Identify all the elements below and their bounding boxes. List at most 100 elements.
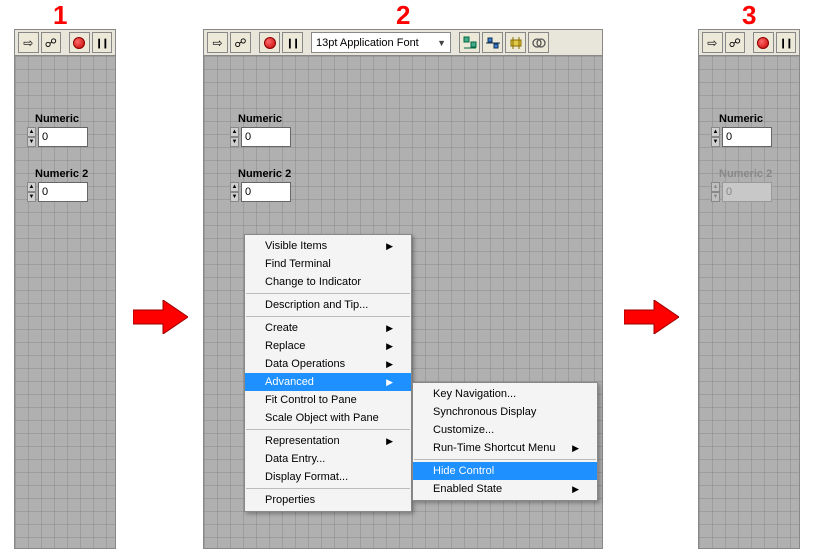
menu-separator (246, 488, 410, 489)
abort-button[interactable] (69, 32, 90, 53)
menu-item-replace[interactable]: Replace▶ (245, 337, 411, 355)
spinner-up-icon[interactable]: ▲ (27, 127, 36, 137)
menu-item-properties[interactable]: Properties (245, 491, 411, 509)
numeric2-input[interactable]: 0 (241, 182, 291, 202)
spinner-down-icon[interactable]: ▼ (27, 137, 36, 147)
step-label-2: 2 (396, 0, 410, 31)
menu-item-data-operations[interactable]: Data Operations ▶ (245, 355, 411, 373)
menu-separator (246, 316, 410, 317)
arrow-icon (624, 300, 679, 334)
menu-item-data-entry[interactable]: Data Entry... (245, 450, 411, 468)
run-continuous-button[interactable]: ☍ (725, 32, 746, 53)
submenu-arrow-icon: ▶ (386, 341, 393, 352)
numeric-input[interactable]: 0 (241, 127, 291, 147)
menu-item-enabled-state[interactable]: Enabled State▶ (413, 480, 597, 498)
run-continuous-button[interactable]: ☍ (41, 32, 62, 53)
spinner-up-icon[interactable]: ▲ (230, 127, 239, 137)
pause-button[interactable]: ❙❙ (776, 32, 797, 53)
pause-button[interactable]: ❙❙ (282, 32, 303, 53)
numeric2-spinner[interactable]: ▲ ▼ (27, 182, 36, 202)
numeric-spinner[interactable]: ▲ ▼ (711, 127, 720, 147)
numeric-control: Numeric ▲ ▼ 0 (230, 113, 291, 147)
menu-item-label: Data Operations (265, 358, 345, 370)
menu-item-scale-object-with-pane[interactable]: Scale Object with Pane (245, 409, 411, 427)
spinner-down-icon: ▼ (711, 192, 720, 202)
resize-button[interactable] (505, 32, 526, 53)
menu-item-representation[interactable]: Representation▶ (245, 432, 411, 450)
submenu-arrow-icon: ▶ (386, 241, 393, 252)
abort-button[interactable] (259, 32, 280, 53)
context-menu: Visible Items▶ Find Terminal Change to Ind… (244, 234, 412, 512)
numeric-spinner[interactable]: ▲ ▼ (230, 127, 239, 147)
menu-item-display-format[interactable]: Display Format... (245, 468, 411, 486)
menu-item-visible-items[interactable]: Visible Items▶ (245, 237, 411, 255)
numeric2-spinner[interactable]: ▲ ▼ (230, 182, 239, 202)
distribute-button[interactable] (482, 32, 503, 53)
menu-item-find-terminal[interactable]: Find Terminal (245, 255, 411, 273)
menu-item-label: Synchronous Display (433, 406, 536, 418)
menu-item-label: Hide Control (433, 465, 494, 477)
submenu-arrow-icon: ▶ (386, 359, 393, 370)
numeric-input[interactable]: 0 (722, 127, 772, 147)
menu-item-customize[interactable]: Customize... (413, 421, 597, 439)
reorder-button[interactable] (528, 32, 549, 53)
numeric-spinner[interactable]: ▲ ▼ (27, 127, 36, 147)
submenu-arrow-icon: ▶ (572, 443, 579, 454)
panel-3: ⇨ ☍ ❙❙ Numeric ▲ ▼ 0 Numeric 2 ▲ ▼ 0 (698, 29, 800, 549)
menu-item-hide-control[interactable]: Hide Control (413, 462, 597, 480)
menu-item-label: Scale Object with Pane (265, 412, 379, 424)
chevron-down-icon: ▼ (437, 38, 446, 48)
numeric-label: Numeric (230, 113, 291, 125)
menu-item-advanced[interactable]: Advanced ▶ (245, 373, 411, 391)
pause-button[interactable]: ❙❙ (92, 32, 113, 53)
menu-item-change-to-indicator[interactable]: Change to Indicator (245, 273, 411, 291)
font-selector-label: 13pt Application Font (316, 37, 419, 49)
spinner-up-icon[interactable]: ▲ (711, 127, 720, 137)
menu-item-key-navigation[interactable]: Key Navigation... (413, 385, 597, 403)
menu-item-fit-control-to-pane[interactable]: Fit Control to Pane (245, 391, 411, 409)
numeric2-control: Numeric 2 ▲ ▼ 0 (230, 168, 291, 202)
menu-item-label: Key Navigation... (433, 388, 516, 400)
numeric2-spinner-disabled: ▲ ▼ (711, 182, 720, 202)
menu-item-label: Display Format... (265, 471, 348, 483)
menu-item-description-and-tip[interactable]: Description and Tip... (245, 296, 411, 314)
numeric2-control: Numeric 2 ▲ ▼ 0 (27, 168, 88, 202)
submenu-arrow-icon: ▶ (386, 436, 393, 447)
spinner-down-icon[interactable]: ▼ (230, 137, 239, 147)
menu-separator (414, 459, 596, 460)
numeric2-label: Numeric 2 (27, 168, 88, 180)
menu-item-label: Description and Tip... (265, 299, 368, 311)
align-button[interactable] (459, 32, 480, 53)
font-selector[interactable]: 13pt Application Font ▼ (311, 32, 451, 53)
menu-item-label: Find Terminal (265, 258, 331, 270)
run-button[interactable]: ⇨ (18, 32, 39, 53)
arrow-icon (133, 300, 188, 334)
spinner-up-icon[interactable]: ▲ (230, 182, 239, 192)
spinner-up-icon: ▲ (711, 182, 720, 192)
run-continuous-button[interactable]: ☍ (230, 32, 251, 53)
submenu-arrow-icon: ▶ (572, 484, 579, 495)
toolbar-panel-1: ⇨ ☍ ❙❙ (14, 29, 116, 56)
numeric2-input[interactable]: 0 (38, 182, 88, 202)
toolbar-panel-3: ⇨ ☍ ❙❙ (698, 29, 800, 56)
spinner-down-icon[interactable]: ▼ (27, 192, 36, 202)
menu-item-label: Properties (265, 494, 315, 506)
menu-separator (246, 293, 410, 294)
menu-item-synchronous-display[interactable]: Synchronous Display (413, 403, 597, 421)
menu-item-label: Advanced (265, 376, 314, 388)
spinner-up-icon[interactable]: ▲ (27, 182, 36, 192)
numeric2-input-disabled: 0 (722, 182, 772, 202)
submenu-arrow-icon: ▶ (386, 377, 393, 388)
step-label-3: 3 (742, 0, 756, 31)
spinner-down-icon[interactable]: ▼ (230, 192, 239, 202)
numeric-input[interactable]: 0 (38, 127, 88, 147)
menu-item-run-time-shortcut-menu[interactable]: Run-Time Shortcut Menu▶ (413, 439, 597, 457)
panel-1: ⇨ ☍ ❙❙ Numeric ▲ ▼ 0 Numeric 2 ▲ ▼ 0 (14, 29, 116, 549)
menu-item-create[interactable]: Create▶ (245, 319, 411, 337)
context-submenu-advanced: Key Navigation... Synchronous Display Cust… (412, 382, 598, 501)
spinner-down-icon[interactable]: ▼ (711, 137, 720, 147)
run-button[interactable]: ⇨ (207, 32, 228, 53)
abort-button[interactable] (753, 32, 774, 53)
menu-separator (246, 429, 410, 430)
run-button[interactable]: ⇨ (702, 32, 723, 53)
